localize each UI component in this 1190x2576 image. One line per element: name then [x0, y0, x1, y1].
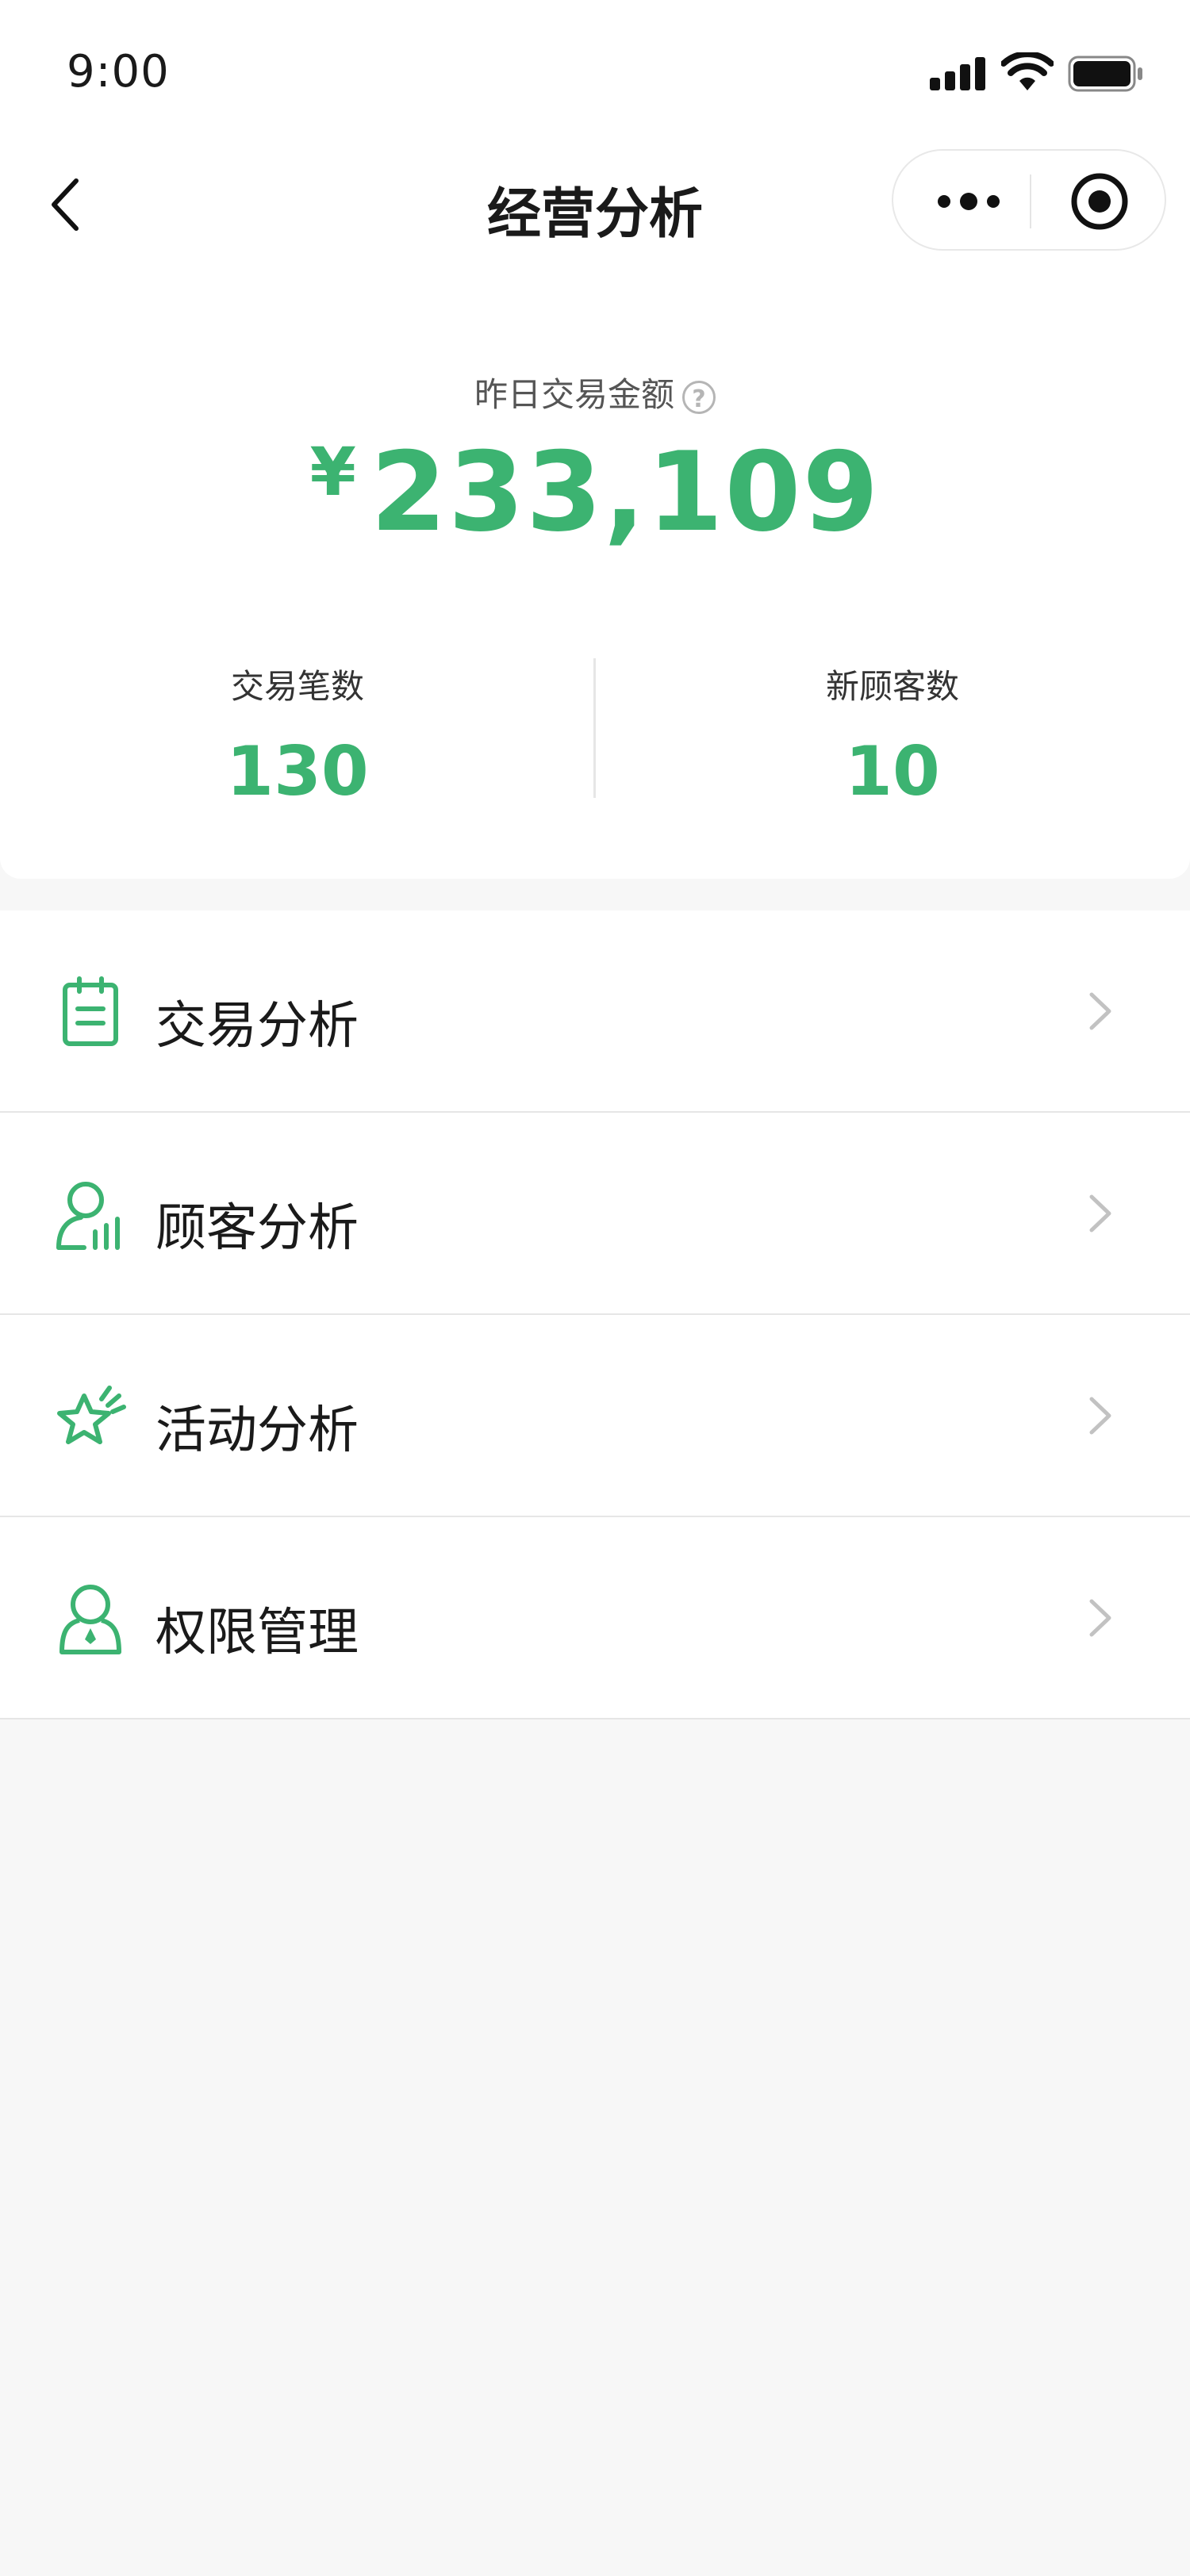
menu-item-label: 权限管理: [155, 1604, 359, 1662]
battery-icon: [1068, 56, 1142, 92]
header-section: 9:00 经营分析 昨日交易金额? ¥233,109 交易笔数 130 新顾客数…: [0, 0, 1190, 879]
stat-new-customers[interactable]: 新顾客数 10: [595, 660, 1190, 811]
stat-label: 新顾客数: [825, 667, 959, 706]
menu-item-activity-analysis[interactable]: 活动分析: [0, 1315, 1190, 1517]
more-icon[interactable]: [933, 182, 1004, 220]
amount-value: 233,109: [370, 428, 881, 556]
help-icon[interactable]: ?: [682, 380, 716, 414]
yesterday-amount: ¥233,109: [0, 428, 1190, 556]
status-time: 9:00: [67, 46, 170, 98]
chevron-right-icon: [1089, 1194, 1111, 1232]
chevron-right-icon: [1089, 992, 1111, 1030]
menu-list: 交易分析 顾客分析 活动分析 权限管理: [0, 910, 1190, 1719]
clipboard-icon: [63, 976, 118, 1046]
menu-item-label: 活动分析: [155, 1401, 359, 1460]
menu-item-transaction-analysis[interactable]: 交易分析: [0, 910, 1190, 1113]
user-lock-icon: [60, 1585, 121, 1654]
yesterday-amount-label-text: 昨日交易金额: [474, 375, 674, 414]
signal-icon: [930, 56, 987, 90]
chevron-right-icon: [1089, 1599, 1111, 1637]
capsule-divider: [1030, 174, 1031, 228]
stat-transactions[interactable]: 交易笔数 130: [0, 660, 595, 811]
close-target-icon[interactable]: [1068, 170, 1131, 233]
menu-item-permission-management[interactable]: 权限管理: [0, 1517, 1190, 1719]
menu-item-label: 交易分析: [155, 997, 359, 1056]
wifi-icon: [1001, 52, 1054, 90]
mini-program-capsule: [892, 149, 1166, 251]
currency-symbol: ¥: [309, 433, 356, 511]
customer-stats-icon: [56, 1182, 120, 1250]
chevron-right-icon: [1089, 1397, 1111, 1435]
menu-item-label: 顾客分析: [155, 1199, 359, 1258]
stat-value: 130: [226, 732, 369, 811]
menu-item-customer-analysis[interactable]: 顾客分析: [0, 1113, 1190, 1315]
stat-value: 10: [845, 732, 940, 811]
star-icon: [57, 1386, 126, 1444]
yesterday-amount-label: 昨日交易金额?: [0, 368, 1190, 416]
stat-label: 交易笔数: [230, 667, 364, 706]
